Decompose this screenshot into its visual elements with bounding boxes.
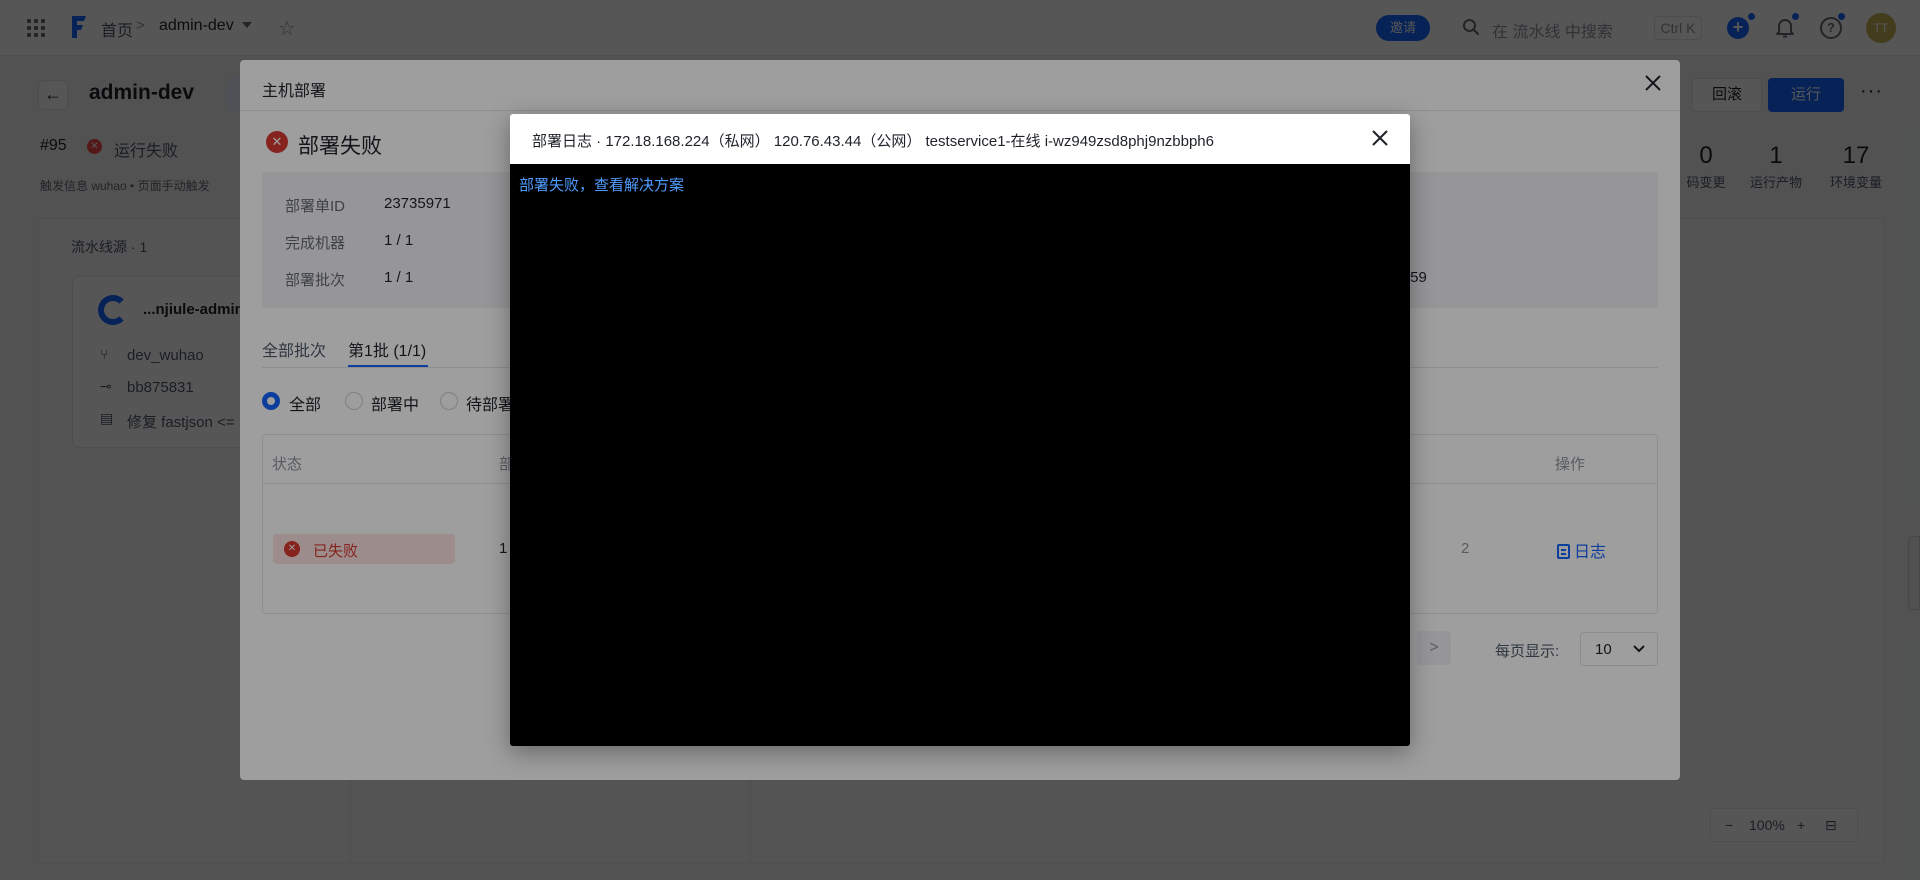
log-modal-header: 部署日志 · 172.18.168.224（私网） 120.76.43.44（公… [510, 114, 1410, 164]
log-terminal[interactable]: 部署失败，查看解决方案 [510, 164, 1410, 746]
deploy-log-modal: 部署日志 · 172.18.168.224（私网） 120.76.43.44（公… [510, 114, 1410, 746]
close-icon[interactable] [1368, 126, 1392, 150]
log-modal-title: 部署日志 · 172.18.168.224（私网） 120.76.43.44（公… [532, 133, 1214, 150]
solution-link[interactable]: 部署失败，查看解决方案 [519, 174, 684, 195]
